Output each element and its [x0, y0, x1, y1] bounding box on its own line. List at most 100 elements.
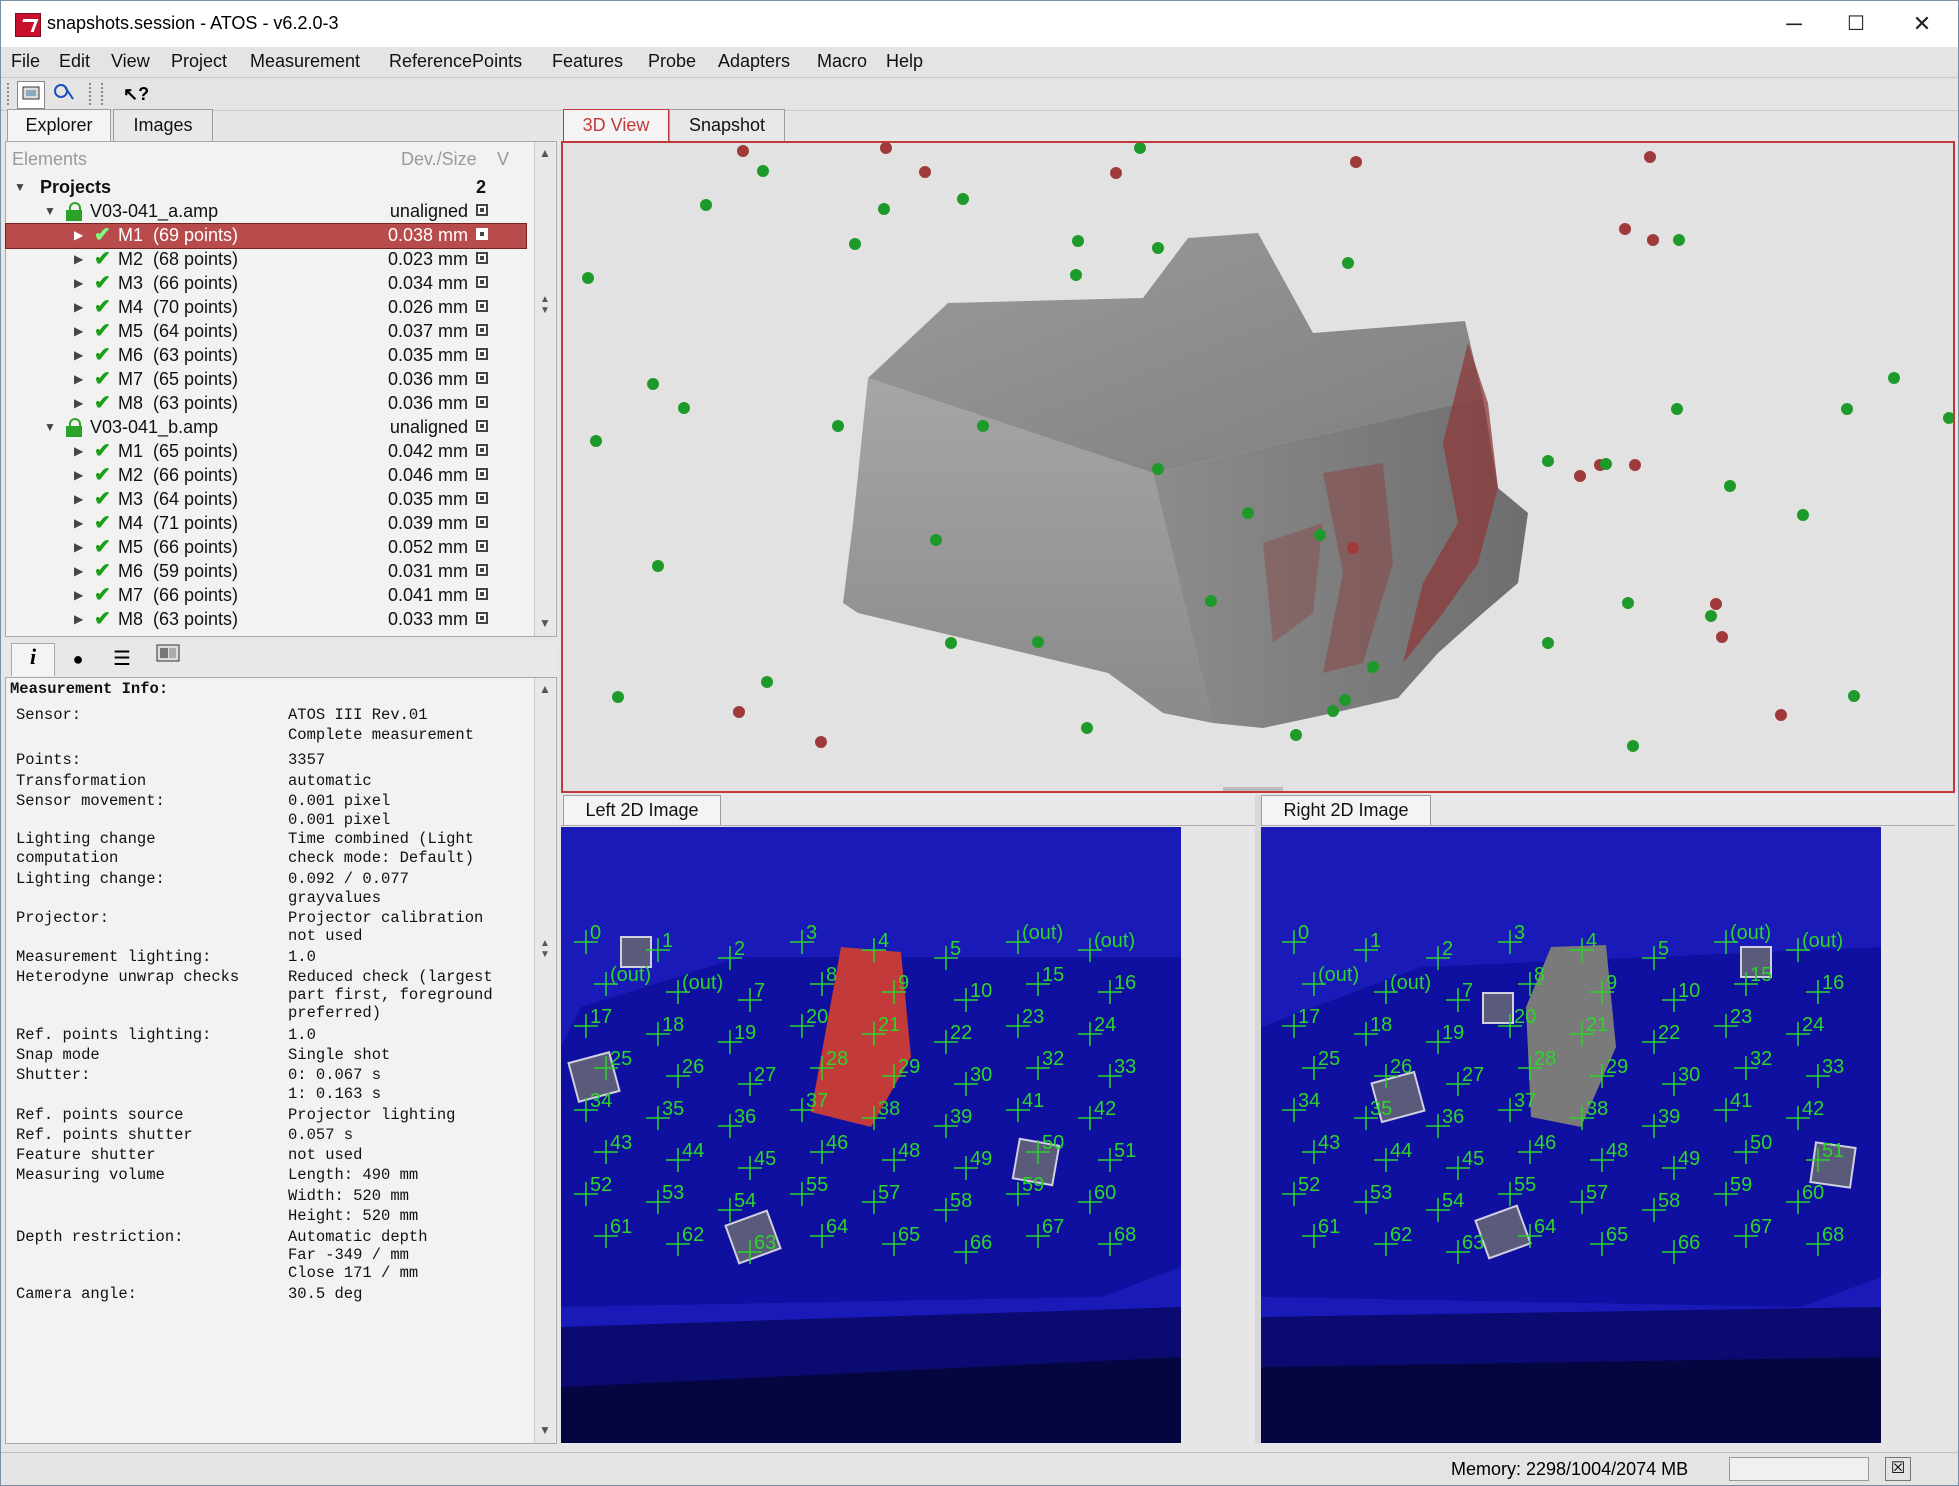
visibility-toggle-icon[interactable] [476, 300, 488, 312]
visibility-toggle-icon[interactable] [476, 228, 488, 240]
visibility-toggle-icon[interactable] [476, 276, 488, 288]
minimize-button[interactable]: ─ [1765, 7, 1823, 41]
tab-right-2d-image[interactable]: Right 2D Image [1261, 795, 1431, 825]
tree-measurement-row[interactable]: ▶ ✔ M1 (69 points) 0.038 mm [5, 223, 527, 249]
expand-arrow-icon[interactable]: ▶ [74, 612, 83, 626]
tree-measurement-row[interactable]: ▶ ✔ M2 (68 points) 0.023 mm [6, 248, 526, 272]
tab-images[interactable]: Images [113, 109, 213, 141]
scroll-down-icon[interactable]: ▼ [537, 616, 553, 632]
right-camera-image[interactable]: 0 1 2 3 4 5 (out) (out) (out) (out) 7 8 9 10 15 16 17 18 1… [1261, 827, 1881, 1443]
menu-macro[interactable]: Macro [817, 51, 867, 72]
scroll-down-icon[interactable]: ▼ [537, 1423, 553, 1439]
column-header-elements[interactable]: Elements [12, 149, 87, 170]
tree-measurement-row[interactable]: ▶ ✔ M4 (71 points) 0.039 mm [6, 512, 526, 536]
cancel-operation-icon[interactable]: ☒ [1885, 1457, 1911, 1481]
visibility-toggle-icon[interactable] [476, 468, 488, 480]
expand-arrow-icon[interactable]: ▶ [74, 564, 83, 578]
tree-measurement-row[interactable]: ▶ ✔ M6 (59 points) 0.031 mm [6, 560, 526, 584]
tree-project[interactable]: ▼ V03-041_a.amp unaligned [6, 200, 526, 224]
scroll-up-icon[interactable]: ▲ [537, 682, 553, 698]
menu-project[interactable]: Project [171, 51, 227, 72]
expand-arrow-icon[interactable]: ▶ [74, 348, 83, 362]
scroll-up-icon[interactable]: ▲ [537, 146, 553, 162]
tree-measurement-row[interactable]: ▶ ✔ M7 (66 points) 0.041 mm [6, 584, 526, 608]
scroll-grip-icon[interactable]: ▲ ▼ [537, 294, 553, 316]
tree-measurement-row[interactable]: ▶ ✔ M5 (66 points) 0.052 mm [6, 536, 526, 560]
collapse-arrow-icon[interactable]: ▼ [14, 180, 26, 194]
close-button[interactable]: ✕ [1893, 7, 1951, 41]
menu-edit[interactable]: Edit [59, 51, 90, 72]
maximize-button[interactable]: ☐ [1827, 7, 1885, 41]
menu-features[interactable]: Features [552, 51, 623, 72]
visibility-toggle-icon[interactable] [476, 588, 488, 600]
expand-arrow-icon[interactable]: ▶ [74, 540, 83, 554]
expand-arrow-icon[interactable]: ▶ [74, 252, 83, 266]
menu-referencepoints[interactable]: ReferencePoints [389, 51, 522, 72]
collapse-arrow-icon[interactable]: ▼ [44, 204, 56, 218]
tree-measurement-row[interactable]: ▶ ✔ M3 (64 points) 0.035 mm [6, 488, 526, 512]
tab-snapshot[interactable]: Snapshot [669, 109, 785, 141]
left-camera-image[interactable]: 0 1 2 3 4 5 (out) (out) (out) (out) 7 8 9 10 15 16 17 18 1… [561, 827, 1181, 1443]
expand-arrow-icon[interactable]: ▶ [74, 372, 83, 386]
expand-arrow-icon[interactable]: ▶ [74, 444, 83, 458]
menu-adapters[interactable]: Adapters [718, 51, 790, 72]
image-tab-icon[interactable] [147, 643, 189, 675]
tree-measurement-row[interactable]: ▶ ✔ M2 (66 points) 0.046 mm [6, 464, 526, 488]
expand-arrow-icon[interactable]: ▶ [74, 276, 83, 290]
visibility-toggle-icon[interactable] [476, 324, 488, 336]
info-tab-icon[interactable]: i [11, 643, 55, 676]
visibility-toggle-icon[interactable] [476, 612, 488, 624]
splitter-handle[interactable] [1223, 787, 1283, 791]
sensor-icon[interactable] [51, 81, 77, 107]
visibility-toggle-icon[interactable] [476, 348, 488, 360]
tab-explorer[interactable]: Explorer [7, 109, 111, 141]
tree-measurement-row[interactable]: ▶ ✔ M8 (63 points) 0.033 mm [6, 608, 526, 632]
expand-arrow-icon[interactable]: ▶ [74, 228, 83, 242]
column-header-dev-size[interactable]: Dev./Size [401, 149, 477, 170]
tree-measurement-row[interactable]: ▶ ✔ M5 (64 points) 0.037 mm [6, 320, 526, 344]
expand-arrow-icon[interactable]: ▶ [74, 492, 83, 506]
tree-measurement-row[interactable]: ▶ ✔ M4 (70 points) 0.026 mm [6, 296, 526, 320]
expand-arrow-icon[interactable]: ▶ [74, 588, 83, 602]
visibility-toggle-icon[interactable] [476, 252, 488, 264]
scroll-grip-icon[interactable]: ▲ ▼ [537, 938, 553, 960]
tree-measurement-row[interactable]: ▶ ✔ M8 (63 points) 0.036 mm [6, 392, 526, 416]
3d-viewport[interactable] [561, 141, 1955, 793]
tree-measurement-row[interactable]: ▶ ✔ M3 (66 points) 0.034 mm [6, 272, 526, 296]
menu-probe[interactable]: Probe [648, 51, 696, 72]
list-tab-icon[interactable]: ☰ [101, 643, 143, 675]
visibility-toggle-icon[interactable] [476, 516, 488, 528]
tree-projects-root[interactable]: ▼ Projects 2 [6, 176, 526, 200]
tree-measurement-row[interactable]: ▶ ✔ M1 (65 points) 0.042 mm [6, 440, 526, 464]
menu-file[interactable]: File [11, 51, 40, 72]
light-tab-icon[interactable]: ● [57, 643, 99, 675]
snapshot-icon[interactable] [17, 81, 45, 109]
point-label: 33 [1822, 1056, 1844, 1078]
menu-measurement[interactable]: Measurement [250, 51, 360, 72]
tree-measurement-row[interactable]: ▶ ✔ M6 (63 points) 0.035 mm [6, 344, 526, 368]
expand-arrow-icon[interactable]: ▶ [74, 516, 83, 530]
whats-this-help-icon[interactable]: ↖? [123, 81, 149, 107]
expand-arrow-icon[interactable]: ▶ [74, 300, 83, 314]
menu-help[interactable]: Help [886, 51, 923, 72]
expand-arrow-icon[interactable]: ▶ [74, 324, 83, 338]
collapse-arrow-icon[interactable]: ▼ [44, 420, 56, 434]
visibility-toggle-icon[interactable] [476, 540, 488, 552]
visibility-toggle-icon[interactable] [476, 420, 488, 432]
info-scrollbar[interactable]: ▲ ▲ ▼ ▼ [534, 678, 555, 1443]
visibility-toggle-icon[interactable] [476, 564, 488, 576]
visibility-toggle-icon[interactable] [476, 492, 488, 504]
menu-view[interactable]: View [111, 51, 150, 72]
tab-3d-view[interactable]: 3D View [563, 109, 669, 141]
explorer-scrollbar[interactable]: ▲ ▲ ▼ ▼ [534, 142, 555, 636]
expand-arrow-icon[interactable]: ▶ [74, 468, 83, 482]
column-header-visibility[interactable]: V [497, 149, 509, 170]
visibility-toggle-icon[interactable] [476, 396, 488, 408]
tree-measurement-row[interactable]: ▶ ✔ M7 (65 points) 0.036 mm [6, 368, 526, 392]
tab-left-2d-image[interactable]: Left 2D Image [563, 795, 721, 825]
tree-project[interactable]: ▼ V03-041_b.amp unaligned [6, 416, 526, 440]
visibility-toggle-icon[interactable] [476, 204, 488, 216]
visibility-toggle-icon[interactable] [476, 444, 488, 456]
visibility-toggle-icon[interactable] [476, 372, 488, 384]
expand-arrow-icon[interactable]: ▶ [74, 396, 83, 410]
